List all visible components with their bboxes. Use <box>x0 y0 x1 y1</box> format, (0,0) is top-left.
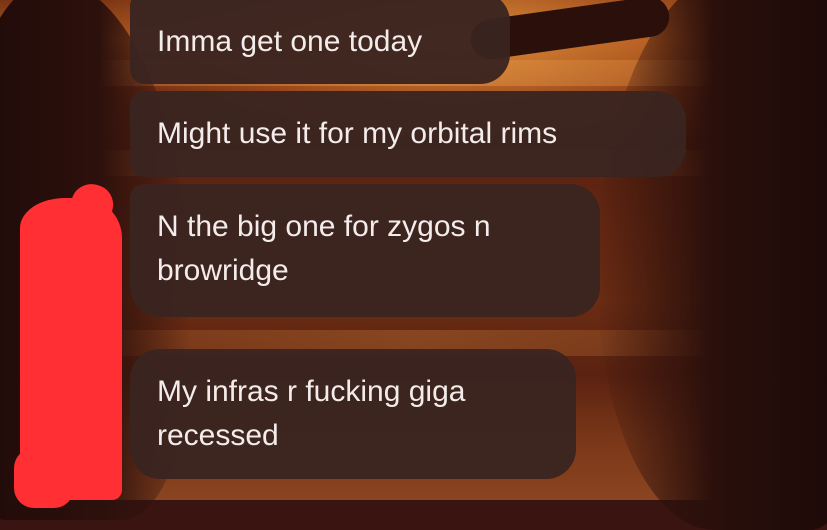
message-bubble[interactable]: N the big one for zygos n browridge <box>130 184 600 317</box>
message-text: Might use it for my orbital rims <box>157 117 558 150</box>
message-text: Imma get one today <box>157 25 423 58</box>
message-thread: Imma get one today Might use it for my o… <box>0 0 827 500</box>
message-text: N the big one for zygos n browridge <box>157 210 491 287</box>
message-bubble[interactable]: Imma get one today <box>130 0 510 84</box>
message-text: My infras r fucking giga recessed <box>157 375 466 452</box>
message-bubble[interactable]: My infras r fucking giga recessed <box>130 349 576 479</box>
message-bubble[interactable]: Might use it for my orbital rims <box>130 91 686 177</box>
